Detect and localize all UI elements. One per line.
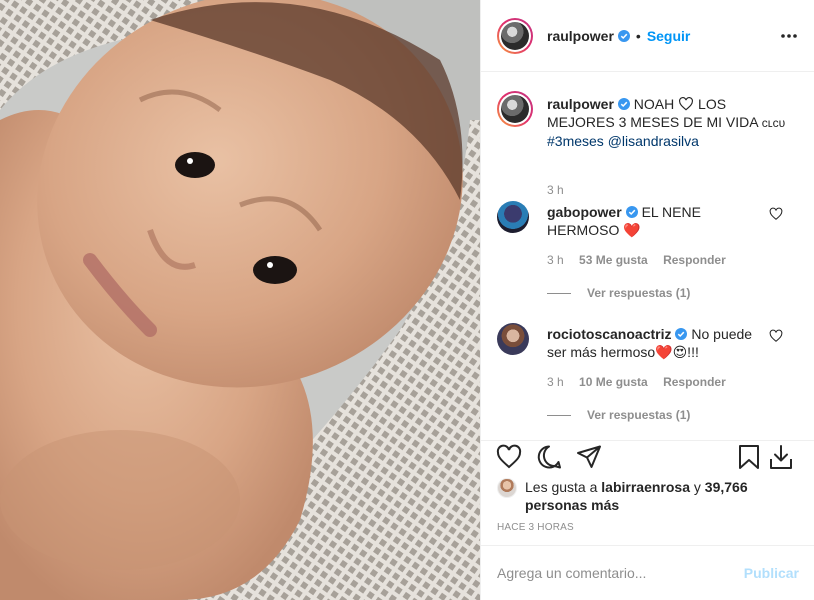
caption-avatar[interactable] [497, 91, 533, 127]
action-bar [481, 440, 814, 480]
verified-badge-icon [625, 206, 638, 218]
post-photo[interactable] [0, 0, 480, 600]
replies-divider [547, 292, 571, 294]
caption-timestamp: 3 h [547, 183, 564, 197]
verified-badge-icon [617, 98, 630, 110]
reply-button[interactable]: Responder [663, 253, 726, 267]
comment-likes-count[interactable]: 10 Me gusta [579, 375, 648, 389]
commenter-avatar[interactable] [497, 201, 529, 233]
likes-text: Les gusta a labirraenrosa y 39,766 perso… [497, 478, 797, 514]
share-icon[interactable] [575, 443, 603, 471]
publish-button[interactable]: Publicar [744, 565, 799, 581]
likes-joiner: y [693, 479, 701, 495]
author-avatar[interactable] [497, 17, 533, 54]
baby-photo-illustration [0, 0, 480, 600]
commenter-username[interactable]: gabopower [547, 204, 622, 220]
post-timestamp[interactable]: HACE 3 HORAS [497, 522, 574, 533]
add-comment-bar: Publicar [481, 545, 814, 600]
comment-text: rociotoscanoactriz No puede ser más herm… [547, 325, 767, 361]
heart-icon[interactable] [495, 443, 523, 471]
caption-username[interactable]: raulpower [547, 96, 614, 112]
view-replies-label: Ver respuestas (1) [587, 408, 691, 422]
commenter-username[interactable]: rociotoscanoactriz [547, 326, 671, 342]
likes-prefix: Les gusta a [525, 479, 598, 495]
comment-like-icon[interactable] [769, 329, 783, 343]
view-replies-label: Ver respuestas (1) [587, 286, 691, 300]
caption-text: raulpower NOAH LOS MEJORES 3 MESES DE MI… [547, 95, 797, 150]
comment-like-icon[interactable] [769, 207, 783, 221]
comment-timestamp: 3 h [547, 253, 564, 267]
replies-divider [547, 414, 571, 416]
comment-emoji: ❤️ [623, 222, 641, 238]
comments-section[interactable]: raulpower NOAH LOS MEJORES 3 MESES DE MI… [481, 73, 814, 439]
comment-emoji: ❤️😍!!! [655, 344, 699, 360]
more-options-icon[interactable] [779, 26, 799, 46]
view-replies-button[interactable]: Ver respuestas (1) [547, 286, 690, 300]
comment-meta: 3 h 53 Me gusta Responder [547, 253, 738, 267]
likes-summary: Les gusta a labirraenrosa y 39,766 perso… [497, 478, 797, 514]
comment-icon[interactable] [535, 443, 563, 471]
comment-likes-count[interactable]: 53 Me gusta [579, 253, 648, 267]
separator-dot: • [635, 27, 641, 44]
caption-body-start: NOAH [633, 96, 675, 112]
caption-small-word: ᴄʟᴄᴜ [761, 116, 786, 130]
post-side-panel: raulpower • Seguir raulpower NOAH LOS ME… [480, 0, 814, 600]
reply-button[interactable]: Responder [663, 375, 726, 389]
heart-outline-icon [679, 97, 694, 111]
comment-text: gabopower EL NENE HERMOSO ❤️ [547, 203, 767, 239]
caption-mention[interactable]: @lisandrasilva [608, 133, 699, 149]
post-header: raulpower • Seguir [481, 0, 814, 72]
verified-badge-icon [617, 29, 630, 42]
caption-hashtag[interactable]: #3meses [547, 133, 604, 149]
download-icon[interactable] [767, 443, 795, 471]
follow-button[interactable]: Seguir [647, 28, 691, 44]
verified-badge-icon [675, 328, 688, 340]
comment-meta: 3 h 10 Me gusta Responder [547, 375, 738, 389]
liker-avatar[interactable] [497, 478, 517, 498]
author-username[interactable]: raulpower [547, 28, 614, 44]
commenter-avatar[interactable] [497, 323, 529, 355]
liker-username[interactable]: labirraenrosa [601, 479, 690, 495]
comment-timestamp: 3 h [547, 375, 564, 389]
view-replies-button[interactable]: Ver respuestas (1) [547, 408, 690, 422]
bookmark-icon[interactable] [735, 443, 763, 471]
comment-input[interactable] [497, 565, 744, 581]
